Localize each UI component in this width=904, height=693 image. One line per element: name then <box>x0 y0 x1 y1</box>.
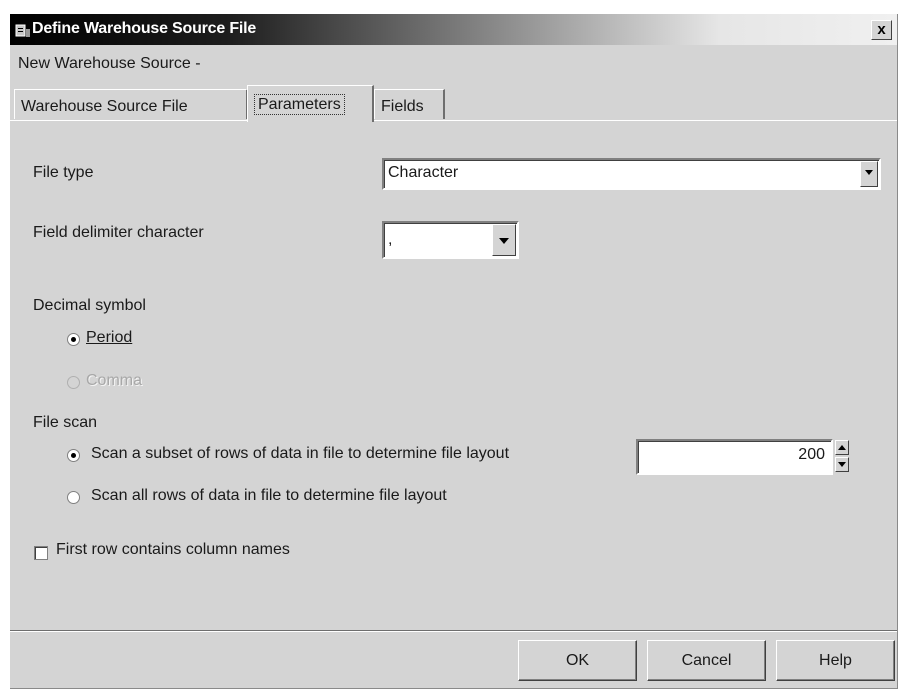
spin-up-icon <box>838 445 846 450</box>
field-delimiter-value: , <box>388 231 393 248</box>
window-title: Define Warehouse Source File <box>32 20 257 37</box>
period-label-text: Period <box>86 329 133 346</box>
scan-subset-radio[interactable] <box>67 449 80 462</box>
first-row-header-checkbox[interactable] <box>34 546 48 560</box>
title-bar[interactable]: Define Warehouse Source File x <box>10 14 897 45</box>
file-type-select[interactable]: Character <box>382 158 881 190</box>
tab-label: Fields <box>381 98 424 115</box>
chevron-down-icon <box>865 170 873 175</box>
spin-down-icon <box>838 462 846 467</box>
cancel-button[interactable]: Cancel <box>647 640 766 681</box>
chevron-down-icon <box>499 238 509 244</box>
tab-label: Warehouse Source File <box>21 98 188 115</box>
period-radio[interactable] <box>67 333 80 346</box>
tab-label: Parameters <box>254 94 345 115</box>
tab-parameters[interactable]: Parameters <box>247 85 374 122</box>
comma-radio-label: Comma <box>86 372 143 389</box>
spin-down-button[interactable] <box>835 457 849 472</box>
file-type-label: File type <box>33 164 94 181</box>
file-scan-label: File scan <box>33 414 98 431</box>
file-type-value: Character <box>388 164 459 181</box>
spin-up-button[interactable] <box>835 440 849 455</box>
radio-selected-dot <box>71 337 76 342</box>
close-button[interactable]: x <box>871 20 892 40</box>
row-count-input[interactable]: 200 <box>636 439 833 475</box>
comma-radio <box>67 376 80 389</box>
parameters-panel: File type Character Field delimiter char… <box>10 120 897 630</box>
ok-button[interactable]: OK <box>518 640 637 681</box>
period-radio-label[interactable]: Period <box>86 329 132 347</box>
tab-fields[interactable]: Fields <box>374 89 445 119</box>
close-icon: x <box>877 21 886 38</box>
first-row-header-label[interactable]: First row contains column names <box>56 541 290 559</box>
help-button[interactable]: Help <box>776 640 895 681</box>
field-delimiter-label: Field delimiter character <box>33 224 204 241</box>
row-count-value: 200 <box>798 446 825 463</box>
decimal-symbol-label: Decimal symbol <box>33 297 146 314</box>
scan-all-label[interactable]: Scan all rows of data in file to determi… <box>91 487 447 505</box>
tab-warehouse-source-file[interactable]: Warehouse Source File <box>14 89 248 119</box>
field-delimiter-dropdown-button[interactable] <box>492 224 516 256</box>
subtitle: New Warehouse Source - <box>18 55 201 72</box>
field-delimiter-select[interactable]: , <box>382 221 519 259</box>
button-bar-separator <box>10 630 897 632</box>
scan-all-radio[interactable] <box>67 491 80 504</box>
file-type-dropdown-button[interactable] <box>860 161 878 187</box>
dialog-window: Define Warehouse Source File x New Wareh… <box>10 14 898 689</box>
radio-selected-dot <box>71 453 76 458</box>
scan-subset-label[interactable]: Scan a subset of rows of data in file to… <box>91 445 509 463</box>
app-icon <box>15 22 31 38</box>
